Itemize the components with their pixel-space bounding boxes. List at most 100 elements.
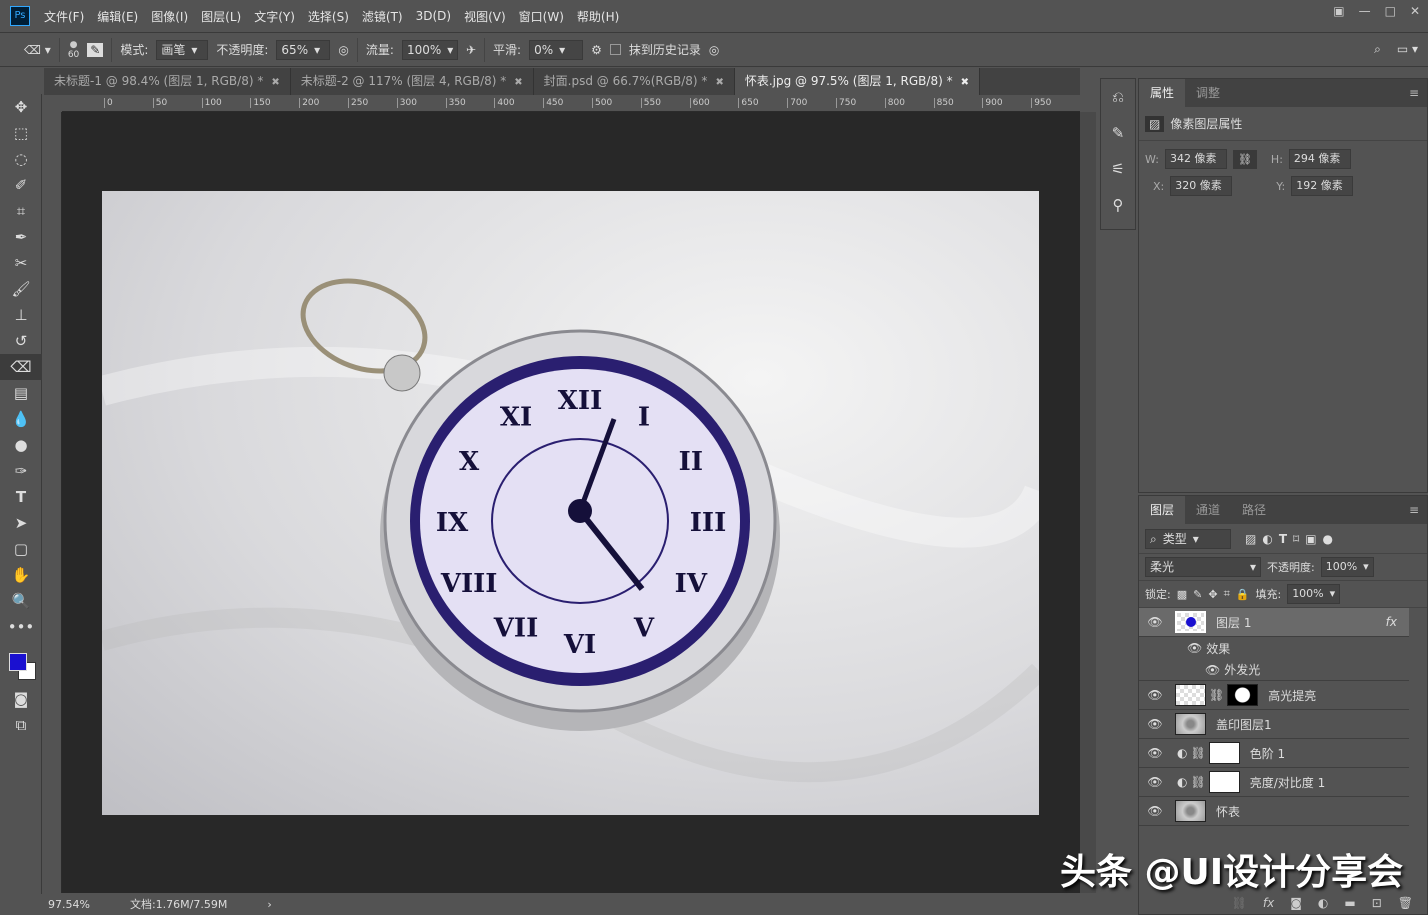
- lock-pixels-icon[interactable]: ✎: [1193, 588, 1202, 601]
- brush-settings-panel-icon[interactable]: ✎: [1101, 115, 1135, 151]
- menu-image[interactable]: 图像(I): [151, 8, 188, 25]
- quick-mask-icon[interactable]: ◙: [0, 686, 42, 712]
- layer-row[interactable]: 👁 图层 1 fx: [1139, 608, 1409, 637]
- menu-type[interactable]: 文字(Y): [254, 8, 295, 25]
- menu-filter[interactable]: 滤镜(T): [362, 8, 403, 25]
- layer-name[interactable]: 色阶 1: [1250, 745, 1285, 762]
- tab-properties[interactable]: 属性: [1139, 79, 1186, 107]
- new-layer-icon[interactable]: ⊡: [1372, 896, 1382, 910]
- pen-tool-icon[interactable]: ✑: [0, 458, 42, 484]
- lock-transparent-icon[interactable]: ▩: [1177, 588, 1187, 601]
- gradient-tool-icon[interactable]: ▤: [0, 380, 42, 406]
- layer-row[interactable]: 👁 盖印图层1: [1139, 710, 1409, 739]
- smooth-input[interactable]: 0% ▾: [529, 39, 584, 60]
- blend-mode-select[interactable]: 柔光 ▾: [1145, 557, 1261, 577]
- layer-row[interactable]: 👁 ◐ ⛓ 亮度/对比度 1: [1139, 768, 1409, 797]
- layer-filter-select[interactable]: ⌕ 类型 ▾: [1145, 528, 1231, 549]
- visibility-eye-icon[interactable]: 👁: [1205, 663, 1220, 677]
- menu-window[interactable]: 窗口(W): [519, 8, 564, 25]
- lock-position-icon[interactable]: ✥: [1208, 588, 1217, 601]
- vertical-scrollbar[interactable]: [1080, 112, 1096, 893]
- visibility-eye-icon[interactable]: 👁: [1187, 641, 1202, 655]
- opacity-input[interactable]: 65% ▾: [276, 39, 331, 60]
- history-panel-icon[interactable]: ⎌: [1101, 79, 1135, 115]
- screen-mode-icon[interactable]: ⧉: [0, 712, 42, 738]
- close-button[interactable]: ✕: [1410, 4, 1420, 18]
- height-input[interactable]: 294 像素: [1288, 149, 1351, 169]
- chain-link-icon[interactable]: ⛓: [1190, 746, 1205, 760]
- layer-name[interactable]: 盖印图层1: [1216, 716, 1272, 733]
- visibility-eye-icon[interactable]: 👁: [1139, 775, 1171, 789]
- marquee-tool-icon[interactable]: ⬚: [0, 120, 42, 146]
- gear-icon[interactable]: ⚙: [591, 43, 602, 57]
- close-icon[interactable]: ✖: [271, 77, 279, 88]
- tab-untitled-1[interactable]: 未标题-1 @ 98.4% (图层 1, RGB/8) * ✖: [44, 68, 291, 95]
- menu-3d[interactable]: 3D(D): [416, 9, 451, 23]
- minimize-button[interactable]: —: [1359, 4, 1371, 18]
- chain-link-icon[interactable]: ⛓: [1209, 688, 1224, 702]
- panel-menu-icon[interactable]: ≡: [1401, 496, 1427, 524]
- filter-adjustment-icon[interactable]: ◐: [1262, 532, 1272, 546]
- layer-mask-thumbnail[interactable]: [1227, 684, 1259, 706]
- menu-edit[interactable]: 编辑(E): [97, 8, 138, 25]
- filter-smart-object-icon[interactable]: ▣: [1305, 532, 1316, 546]
- visibility-eye-icon[interactable]: 👁: [1139, 688, 1171, 702]
- menu-select[interactable]: 选择(S): [308, 8, 349, 25]
- layer-mask-thumbnail[interactable]: [1208, 771, 1240, 793]
- brush-preset-picker[interactable]: ● 60: [68, 40, 79, 60]
- airbrush-icon[interactable]: ✈: [466, 43, 476, 57]
- filter-pixel-icon[interactable]: ▨: [1245, 532, 1256, 546]
- lock-artboard-icon[interactable]: ⌗: [1224, 587, 1230, 601]
- new-group-icon[interactable]: ▬: [1344, 896, 1355, 910]
- eraser-tool-icon[interactable]: ⌫: [0, 354, 42, 380]
- tab-paths[interactable]: 路径: [1231, 496, 1277, 524]
- tab-pocket-watch[interactable]: 怀表.jpg @ 97.5% (图层 1, RGB/8) * ✖: [734, 68, 980, 95]
- layer-name[interactable]: 亮度/对比度 1: [1250, 774, 1326, 791]
- history-brush-tool-icon[interactable]: ↺: [0, 328, 42, 354]
- close-icon[interactable]: ✖: [961, 77, 969, 88]
- y-input[interactable]: 192 像素: [1291, 176, 1354, 196]
- crop-tool-icon[interactable]: ⌗: [0, 198, 42, 224]
- brush-tool-icon[interactable]: 🖌: [0, 276, 42, 302]
- menu-help[interactable]: 帮助(H): [577, 8, 619, 25]
- color-swatches[interactable]: [0, 640, 41, 686]
- close-icon[interactable]: ✖: [514, 77, 522, 88]
- layer-name[interactable]: 怀表: [1216, 803, 1240, 820]
- chain-link-icon[interactable]: ⛓: [1190, 775, 1205, 789]
- erase-history-checkbox[interactable]: [609, 44, 621, 55]
- layer-row[interactable]: 👁 怀表: [1139, 797, 1409, 826]
- tab-channels[interactable]: 通道: [1185, 496, 1231, 524]
- properties-panel-icon[interactable]: ⚲: [1101, 187, 1135, 223]
- effects-row[interactable]: 👁 效果: [1139, 637, 1409, 659]
- brush-settings-icon[interactable]: ✎: [87, 42, 104, 57]
- hand-tool-icon[interactable]: ✋: [0, 562, 42, 588]
- visibility-eye-icon[interactable]: 👁: [1139, 717, 1171, 731]
- add-style-icon[interactable]: fx: [1263, 896, 1274, 910]
- panel-menu-icon[interactable]: ≡: [1401, 79, 1427, 107]
- search-icon[interactable]: ⌕: [1374, 42, 1381, 57]
- width-input[interactable]: 342 像素: [1164, 149, 1227, 169]
- blur-tool-icon[interactable]: 💧: [0, 406, 42, 432]
- pressure-size-icon[interactable]: ◎: [709, 43, 719, 57]
- layer-name[interactable]: 图层 1: [1216, 614, 1251, 631]
- effect-outer-glow-row[interactable]: 👁 外发光: [1139, 659, 1409, 681]
- menu-layer[interactable]: 图层(L): [201, 8, 241, 25]
- tab-layers[interactable]: 图层: [1139, 496, 1186, 524]
- workspace-icon[interactable]: ▣: [1333, 4, 1344, 18]
- menu-file[interactable]: 文件(F): [44, 8, 84, 25]
- visibility-eye-icon[interactable]: 👁: [1139, 615, 1171, 629]
- lock-all-icon[interactable]: 🔒: [1236, 588, 1250, 601]
- eyedropper-tool-icon[interactable]: ✒: [0, 224, 42, 250]
- zoom-tool-icon[interactable]: 🔍: [0, 588, 42, 614]
- tab-adjustments[interactable]: 调整: [1185, 79, 1231, 107]
- flow-input[interactable]: 100% ▾: [401, 39, 458, 60]
- layer-row[interactable]: 👁 ⛓ 高光提亮: [1139, 681, 1409, 710]
- dodge-tool-icon[interactable]: ●: [0, 432, 42, 458]
- lasso-tool-icon[interactable]: ◌: [0, 146, 42, 172]
- eraser-tool-preset-icon[interactable]: ⌫ ▾: [24, 43, 51, 57]
- visibility-eye-icon[interactable]: 👁: [1139, 804, 1171, 818]
- new-adjustment-icon[interactable]: ◐: [1318, 896, 1328, 910]
- x-input[interactable]: 320 像素: [1170, 176, 1233, 196]
- quick-select-tool-icon[interactable]: ✐: [0, 172, 42, 198]
- move-tool-icon[interactable]: ✥: [0, 94, 42, 120]
